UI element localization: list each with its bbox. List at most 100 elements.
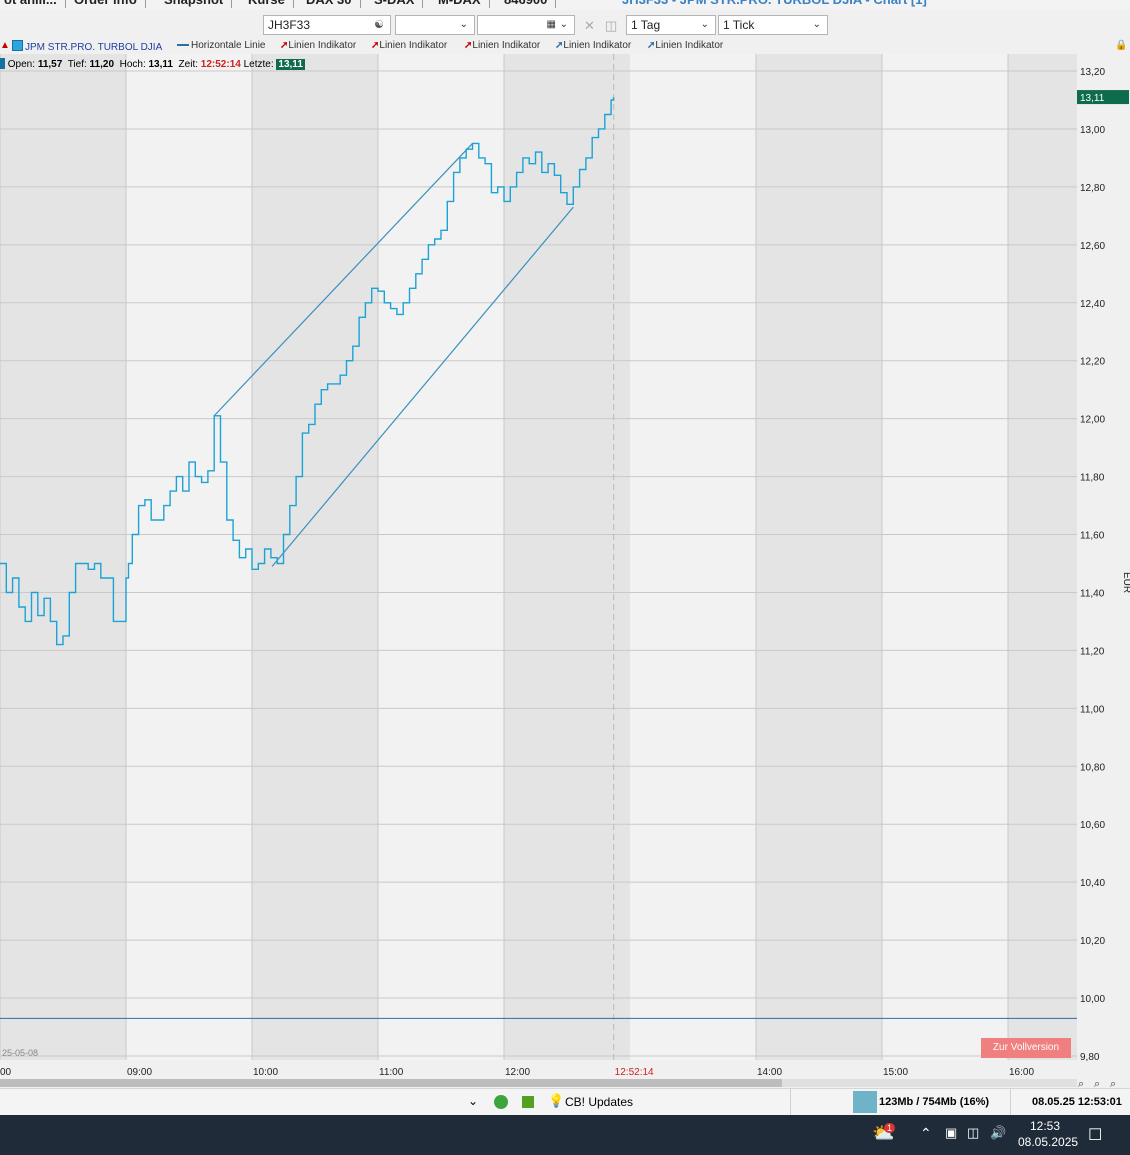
last-value: 13,11 [276, 59, 305, 70]
memory-usage: 123Mb / 754Mb (16%) [879, 1096, 990, 1108]
status-green-square-icon [522, 1096, 534, 1108]
chart-toolbar: JH3F33 ☯ ⌄ ▦ ⌄ ✕ ◫ 1 Tag ⌄ 1 Tick ⌄ [0, 10, 1130, 40]
clock-date[interactable]: 08.05.2025 [1018, 1135, 1078, 1149]
legend-item-horizontal[interactable]: Horizontale Linie [177, 40, 266, 51]
legend-item-linien-5[interactable]: ➚Linien Indikator [647, 40, 723, 51]
close-x-icon[interactable]: ✕ [584, 18, 595, 34]
tab-846900[interactable]: 846900 [496, 0, 557, 8]
hour-band [378, 54, 504, 1060]
last-label: Letzte: [243, 59, 274, 70]
divider [790, 1089, 791, 1116]
y-tick-label: 10,60 [1080, 820, 1105, 831]
zoom-out-icon[interactable]: ⌕ [1094, 1077, 1100, 1088]
chart-legend: ▲ JPM STR.PRO. TURBOL DJIA Horizontale L… [0, 40, 1127, 54]
hour-band [126, 54, 252, 1060]
tab-ordnungen[interactable]: ot aniii... [0, 0, 66, 8]
tab-order-info[interactable]: Order info [66, 0, 146, 8]
zoom-in-icon[interactable]: ⌕ [1078, 1077, 1084, 1088]
tab-dax30[interactable]: DAX 30 [298, 0, 361, 8]
chevron-down-icon: ⌄ [700, 19, 709, 30]
memory-bar-icon [853, 1091, 877, 1113]
status-bar: ⌄ 💡 CB! Updates 123Mb / 754Mb (16%) 08.0… [0, 1088, 1130, 1116]
warning-icon: ▲ [0, 40, 10, 51]
lightbulb-icon: 💡 [548, 1093, 565, 1108]
low-label: Tief: [67, 59, 87, 70]
symbol-input[interactable]: JH3F33 ☯ [263, 15, 391, 35]
y-tick-label: 12,40 [1080, 299, 1105, 310]
hour-band [0, 54, 126, 1060]
period-select[interactable]: 1 Tag ⌄ [626, 15, 716, 35]
notification-center-icon[interactable]: ☐ [1088, 1125, 1102, 1145]
legend-instrument[interactable]: JPM STR.PRO. TURBOL DJIA [12, 40, 162, 53]
x-tick-label: 11:00 [379, 1067, 404, 1078]
os-taskbar: ⛅ 1 ⌃ ▣ ◫ 🔊 12:53 08.05.2025 ☐ [0, 1115, 1130, 1155]
y-tick-label: 12,80 [1080, 183, 1105, 194]
chevron-down-icon: ⌄ [459, 19, 468, 30]
chevron-down-icon: ⌄ [812, 19, 821, 30]
interval-select[interactable]: 1 Tick ⌄ [718, 15, 828, 35]
zoom-reset-icon[interactable]: ⌕ [1110, 1077, 1116, 1088]
y-tick-label: 12,60 [1080, 241, 1105, 252]
divider [1010, 1089, 1011, 1116]
open-value: 11,57 [37, 59, 63, 70]
tab-mdax[interactable]: M-DAX [430, 0, 490, 8]
x-tick-label: 12:52:14 [615, 1067, 654, 1078]
calendar-icon[interactable]: ▦ [547, 16, 556, 34]
x-tick-label: 12:00 [505, 1067, 530, 1078]
hour-band [756, 54, 882, 1060]
price-chart[interactable]: 13,20 13,00 12,80 12,60 12,40 12,20 12,00 11,80… [0, 40, 1130, 1088]
open-label: Open: [7, 59, 36, 70]
date-label: 25-05-08 [2, 1048, 38, 1058]
period-value: 1 Tag [631, 18, 661, 32]
x-tick-label: 09:00 [127, 1067, 152, 1078]
layers-icon[interactable]: ◫ [605, 18, 617, 34]
current-price-tag: 13,11 [1080, 93, 1105, 104]
scrollbar-thumb[interactable] [0, 1079, 782, 1087]
quote-info-bar: Open: 11,57 Tief: 11,20 Hoch: 13,11 Zeit… [0, 58, 305, 72]
chevron-up-icon[interactable]: ⌃ [920, 1125, 932, 1142]
empty-select-1[interactable]: ⌄ [395, 15, 475, 35]
hour-band [882, 54, 1008, 1060]
y-tick-label: 10,80 [1080, 762, 1105, 773]
chevron-down-icon[interactable]: ⌄ [468, 1094, 478, 1108]
low-value: 11,20 [89, 59, 115, 70]
axis-unit-label: EUR [1121, 572, 1130, 593]
calendar-select[interactable]: ▦ ⌄ [477, 15, 575, 35]
hour-band [1008, 54, 1077, 1060]
interval-value: 1 Tick [723, 18, 755, 32]
y-tick-label: 12,00 [1080, 415, 1105, 426]
lock-icon[interactable]: 🔒 [1115, 40, 1127, 51]
y-tick-label: 12,20 [1080, 357, 1105, 368]
cb-updates-label[interactable]: CB! Updates [565, 1095, 633, 1109]
y-tick-label: 10,00 [1080, 994, 1105, 1005]
tab-sdax[interactable]: S-DAX [366, 0, 424, 8]
y-tick-label: 13,00 [1080, 125, 1105, 136]
x-tick-label: 16:00 [1009, 1067, 1034, 1078]
y-tick-label: 11,20 [1080, 646, 1105, 657]
time-label: Zeit: [178, 59, 198, 70]
y-tick-label: 11,80 [1080, 473, 1105, 484]
time-value: 12:52:14 [200, 59, 241, 70]
legend-item-linien-1[interactable]: ➚Linien Indikator [280, 40, 356, 51]
legend-item-linien-3[interactable]: ➚Linien Indikator [464, 40, 540, 51]
y-tick-label: 11,00 [1080, 704, 1105, 715]
y-tick-label: 13,20 [1080, 67, 1105, 78]
y-tick-label: 10,40 [1080, 878, 1105, 889]
tab-snapshot[interactable]: Snapshot [156, 0, 233, 8]
clock-time[interactable]: 12:53 [1030, 1119, 1060, 1133]
status-datetime: 08.05.25 12:53:01 [1032, 1096, 1122, 1108]
tab-kurse[interactable]: Kurse [240, 0, 294, 8]
legend-item-linien-4[interactable]: ➚Linien Indikator [555, 40, 631, 51]
x-tick-label: 14:00 [757, 1067, 782, 1078]
volume-icon[interactable]: 🔊 [990, 1125, 1006, 1141]
y-tick-label: 9,80 [1080, 1052, 1100, 1063]
tab-active-chart[interactable]: JH3F33 - JPM STR.PRO. TURBOL DJIA - Char… [614, 0, 935, 8]
info-marker-icon [0, 58, 5, 69]
camera-icon[interactable]: ▣ [945, 1125, 957, 1141]
binoculars-icon[interactable]: ☯ [374, 16, 384, 34]
legend-item-linien-2[interactable]: ➚Linien Indikator [371, 40, 447, 51]
x-tick-label: 10:00 [253, 1067, 278, 1078]
network-icon[interactable]: ◫ [967, 1125, 979, 1141]
y-tick-label: 10,20 [1080, 936, 1105, 947]
zur-vollversion-button[interactable]: Zur Vollversion [981, 1038, 1071, 1058]
